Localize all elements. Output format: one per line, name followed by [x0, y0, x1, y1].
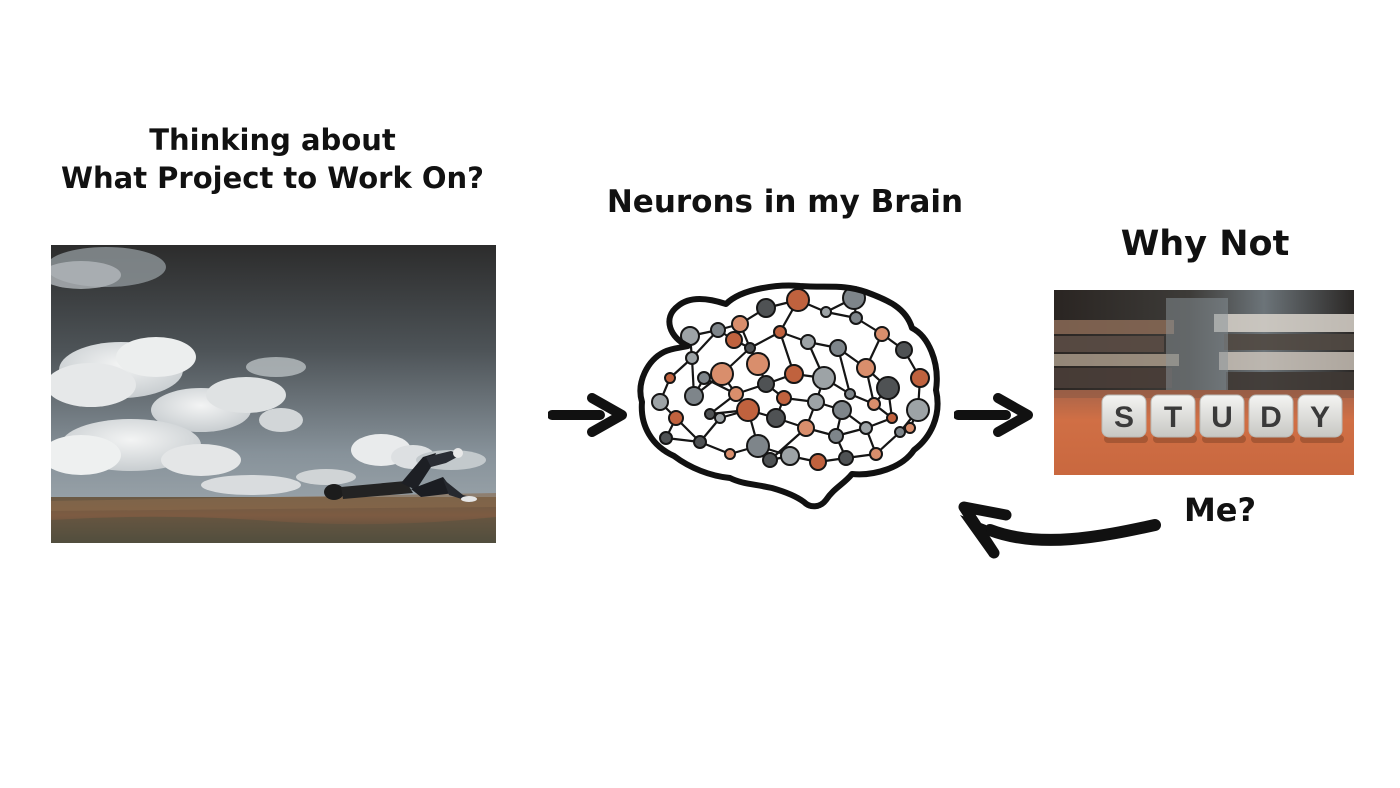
neuron-node: [784, 364, 804, 384]
die-d: D: [1248, 394, 1295, 443]
neuron-node: [714, 412, 726, 424]
study-dice-row: STUDY: [1101, 394, 1344, 443]
neuron-node: [724, 448, 736, 460]
neuron-node: [757, 375, 775, 393]
neuron-node: [800, 334, 816, 350]
neuron-node: [849, 311, 863, 325]
brain-neuron-network: [637, 282, 941, 510]
neuron-node: [886, 412, 898, 424]
die-s: S: [1101, 394, 1148, 443]
neuron-node: [844, 388, 856, 400]
neuron-node: [838, 450, 854, 466]
neuron-node: [659, 431, 673, 445]
neuron-node: [664, 372, 676, 384]
neuron-node: [766, 408, 786, 428]
caption-me: Me?: [1183, 491, 1257, 529]
caption-neurons: Neurons in my Brain: [606, 184, 964, 220]
neuron-node: [776, 390, 792, 406]
neuron-node: [807, 393, 825, 411]
right-arrow-icon: [548, 393, 627, 437]
neuron-node: [906, 398, 930, 422]
die-y: Y: [1297, 394, 1344, 443]
neuron-node: [736, 398, 760, 422]
die-letter: D: [1260, 401, 1282, 434]
neuron-node: [762, 452, 778, 468]
neuron-node: [829, 339, 847, 357]
right-arrow-icon: [954, 393, 1033, 437]
neuron-node: [684, 386, 704, 406]
neuron-node: [812, 366, 836, 390]
neuron-node: [744, 342, 756, 354]
neuron-node: [710, 322, 726, 338]
neuron-node: [731, 315, 749, 333]
neuron-node: [773, 325, 787, 339]
neuron-node: [869, 447, 883, 461]
die-letter: T: [1164, 401, 1182, 434]
neuron-node: [809, 453, 827, 471]
neuron-node: [710, 362, 734, 386]
neuron-node: [756, 298, 776, 318]
die-letter: U: [1211, 401, 1233, 434]
neuron-node: [904, 422, 916, 434]
neuron-node: [856, 358, 876, 378]
neuron-node: [786, 288, 810, 312]
neuron-node: [797, 419, 815, 437]
neuron-node: [910, 368, 930, 388]
neuron-node: [820, 306, 832, 318]
neuron-node: [746, 352, 770, 376]
curved-back-arrow-icon: [958, 501, 1161, 559]
die-t: T: [1150, 394, 1197, 443]
neuron-node: [876, 376, 900, 400]
neuron-node: [895, 341, 913, 359]
photo-study-dice: STUDY: [1054, 290, 1354, 475]
neuron-node: [685, 351, 699, 365]
neuron-node: [728, 386, 744, 402]
caption-thinking-line2: What Project to Work On?: [61, 160, 484, 195]
neuron-node: [859, 421, 873, 435]
neuron-node: [828, 428, 844, 444]
die-letter: S: [1114, 401, 1134, 434]
neuron-node: [668, 410, 684, 426]
photo-person-lying-on-grass: [51, 245, 496, 543]
neuron-node: [704, 408, 716, 420]
neuron-node: [780, 446, 800, 466]
neuron-node: [651, 393, 669, 411]
neuron-node: [867, 397, 881, 411]
neuron-node: [697, 371, 711, 385]
neuron-node: [725, 331, 743, 349]
caption-why-not: Why Not: [1120, 224, 1290, 264]
caption-thinking: Thinking about What Project to Work On?: [50, 122, 495, 197]
neuron-node: [693, 435, 707, 449]
neuron-node: [832, 400, 852, 420]
caption-thinking-line1: Thinking about: [149, 123, 396, 157]
neuron-node: [874, 326, 890, 342]
die-u: U: [1199, 394, 1246, 443]
die-letter: Y: [1310, 401, 1330, 434]
neuron-node: [894, 426, 906, 438]
